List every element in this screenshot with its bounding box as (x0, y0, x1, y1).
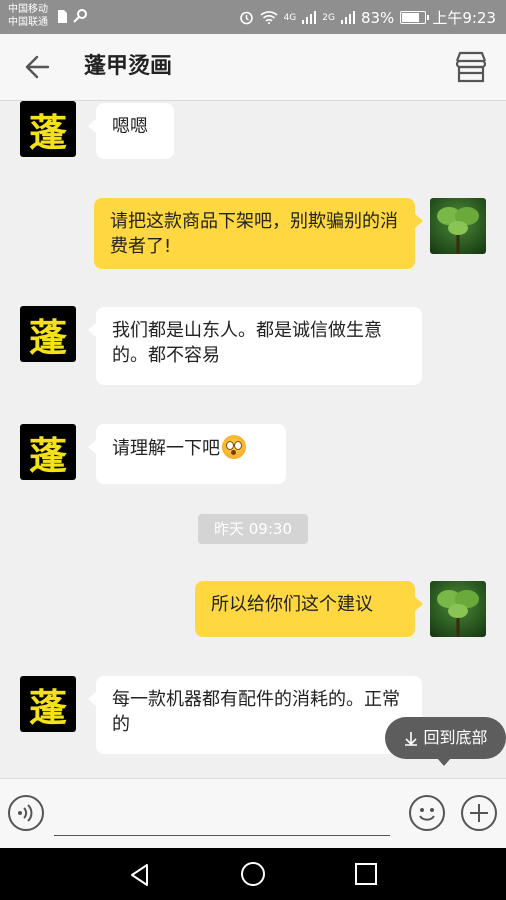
status-time: 上午9:23 (432, 9, 496, 27)
voice-icon (18, 804, 33, 822)
status-bar: 中国移动 中国联通 4G 2G 83% 上午9:23 (0, 0, 506, 34)
emoji-button[interactable] (409, 795, 445, 831)
status-left-icons (58, 9, 87, 23)
battery-icon (400, 11, 430, 24)
input-bar (0, 778, 506, 849)
alarm-icon (239, 11, 253, 25)
user-avatar[interactable] (430, 198, 486, 254)
battery-percent: 83% (360, 8, 395, 27)
timestamp-label: 昨天 09:30 (198, 514, 308, 544)
network-4g: 4G (283, 12, 297, 23)
more-options-button[interactable] (461, 795, 497, 831)
back-to-bottom-label: 回到底部 (423, 728, 488, 747)
triangle-back-icon (131, 864, 148, 886)
chat-header: 蓬甲烫画 (0, 34, 506, 101)
arrow-down-icon (405, 732, 418, 746)
system-nav-bar (0, 848, 506, 900)
store-button[interactable] (454, 51, 488, 83)
shop-avatar[interactable]: 蓬 (20, 306, 76, 362)
back-button[interactable] (22, 52, 56, 82)
message-text: 我们都是山东人。都是诚信做生意的。都不容易 (112, 320, 382, 366)
arrow-left-icon (25, 55, 50, 79)
flushed-face-emoji-icon (222, 435, 246, 459)
shop-avatar[interactable]: 蓬 (20, 424, 76, 480)
nav-back-button[interactable] (127, 862, 153, 888)
wifi-icon (260, 11, 278, 24)
carrier-labels: 中国移动 中国联通 (8, 3, 48, 29)
network-2g: 2G (322, 12, 335, 23)
message-bubble-outgoing[interactable]: 请把这款商品下架吧，别欺骗别的消费者了! (94, 198, 423, 269)
message-bubble-outgoing[interactable]: 所以给你们这个建议 (195, 581, 423, 637)
message-text: 请理解一下吧 (112, 438, 220, 459)
message-bubble-incoming[interactable]: 请理解一下吧 (88, 424, 286, 484)
shop-avatar[interactable]: 蓬 (20, 101, 76, 157)
voice-input-button[interactable] (8, 795, 44, 831)
plus-icon (470, 804, 488, 822)
store-icon (455, 51, 487, 83)
key-icon (73, 9, 87, 23)
shop-avatar[interactable]: 蓬 (20, 676, 76, 732)
page-title: 蓬甲烫画 (84, 54, 173, 79)
message-text: 每一款机器都有配件的消耗的。正常的 (112, 689, 400, 735)
message-bubble-incoming[interactable]: 嗯嗯 (88, 103, 174, 159)
message-input[interactable] (54, 799, 390, 836)
back-to-bottom-button[interactable]: 回到底部 (385, 717, 506, 766)
user-avatar[interactable] (430, 581, 486, 637)
carrier-2: 中国联通 (8, 17, 48, 28)
leaf-plant-icon (437, 590, 479, 637)
nav-recent-button[interactable] (354, 862, 378, 886)
message-list[interactable]: 蓬 嗯嗯 请把这款商品下架吧，别欺骗别的消费者了! 蓬 我们都是山东人。都是诚信… (0, 101, 506, 778)
signal-icon-1 (302, 11, 317, 24)
status-right: 4G 2G 83% 上午9:23 (239, 7, 496, 28)
smiley-icon (419, 808, 435, 821)
message-text: 嗯嗯 (112, 116, 148, 137)
sim-icon (58, 9, 67, 23)
square-recent-icon (355, 863, 377, 885)
circle-home-icon (241, 862, 265, 886)
signal-icon-2 (340, 11, 355, 24)
leaf-plant-icon (437, 207, 479, 254)
message-bubble-incoming[interactable]: 每一款机器都有配件的消耗的。正常的 (88, 676, 422, 754)
message-text: 请把这款商品下架吧，别欺骗别的消费者了! (110, 211, 398, 257)
nav-home-button[interactable] (240, 861, 266, 887)
message-bubble-incoming[interactable]: 我们都是山东人。都是诚信做生意的。都不容易 (88, 307, 422, 385)
message-text: 所以给你们这个建议 (211, 594, 373, 615)
carrier-1: 中国移动 (8, 4, 48, 15)
